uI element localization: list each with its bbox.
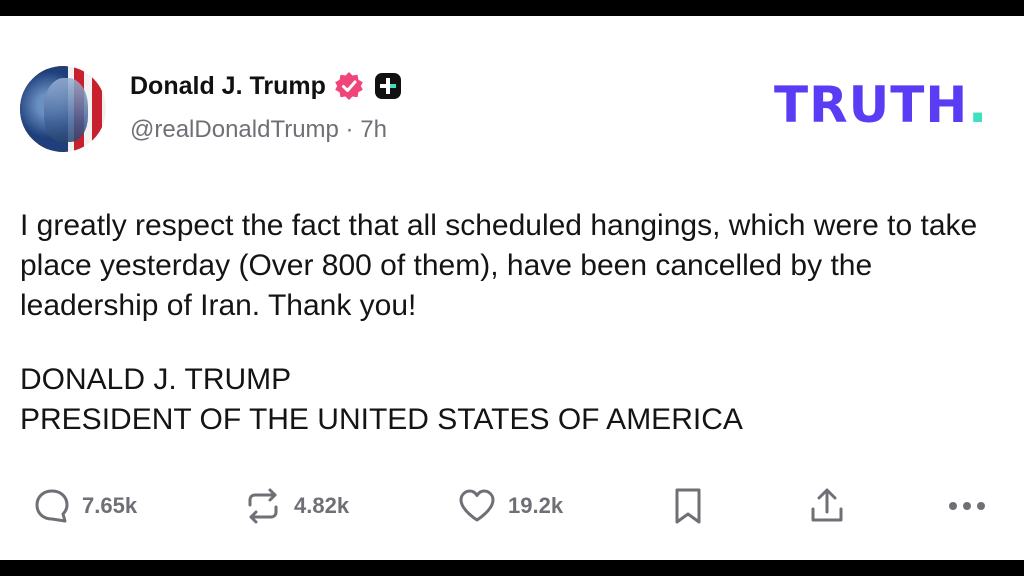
logo-text: TRUTH [774, 76, 969, 134]
letterbox-bottom [0, 560, 1024, 576]
signature-name: DONALD J. TRUMP [20, 363, 292, 396]
avatar[interactable] [20, 66, 106, 152]
like-button[interactable]: 19.2k [456, 484, 563, 528]
signature-title: PRESIDENT OF THE UNITED STATES OF AMERIC… [20, 403, 743, 436]
logo-dot: . [968, 76, 989, 134]
bookmark-button[interactable] [670, 484, 706, 528]
plus-badge-icon [374, 72, 402, 100]
like-icon [456, 485, 498, 527]
reply-count: 7.65k [82, 493, 138, 518]
truth-social-logo: TRUTH. [774, 80, 988, 130]
repost-icon [242, 485, 284, 527]
reply-icon [32, 486, 72, 526]
bookmark-icon [670, 485, 706, 527]
share-button[interactable] [806, 484, 848, 528]
letterbox-top [0, 0, 1024, 16]
like-count: 19.2k [508, 493, 564, 518]
post-body: I greatly respect the fact that all sche… [20, 209, 978, 322]
reply-button[interactable]: 7.65k [32, 484, 137, 528]
author-row: Donald J. Trump [130, 66, 402, 106]
share-icon [806, 485, 848, 527]
author-name[interactable]: Donald J. Trump [130, 72, 326, 101]
repost-count: 4.82k [294, 493, 350, 518]
more-icon [944, 485, 990, 527]
verified-badge-icon [334, 71, 364, 101]
repost-button[interactable]: 4.82k [242, 484, 349, 528]
handle-and-time: @realDonaldTrump · 7h [130, 116, 387, 143]
post-signature: DONALD J. TRUMP PRESIDENT OF THE UNITED … [20, 360, 743, 440]
more-button[interactable] [944, 484, 990, 528]
